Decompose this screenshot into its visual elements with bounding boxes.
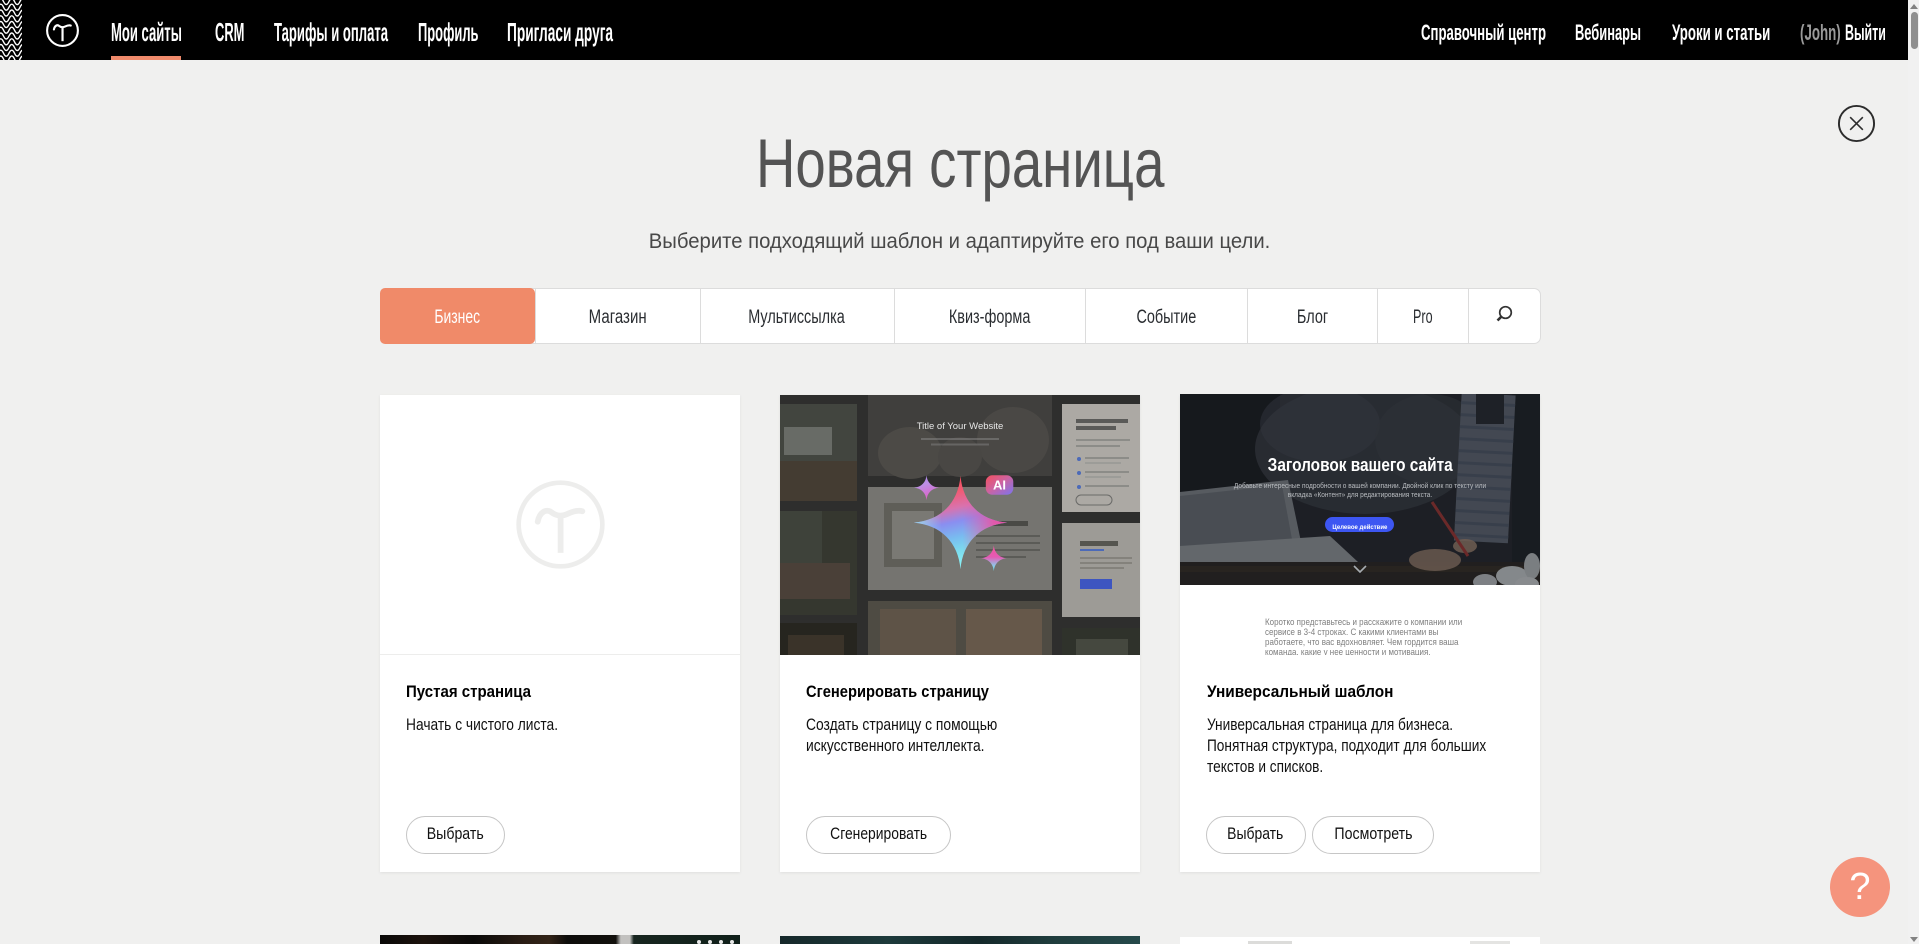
svg-text:AI: AI — [993, 478, 1006, 493]
svg-text:Title of Your Website: Title of Your Website — [917, 421, 1004, 432]
